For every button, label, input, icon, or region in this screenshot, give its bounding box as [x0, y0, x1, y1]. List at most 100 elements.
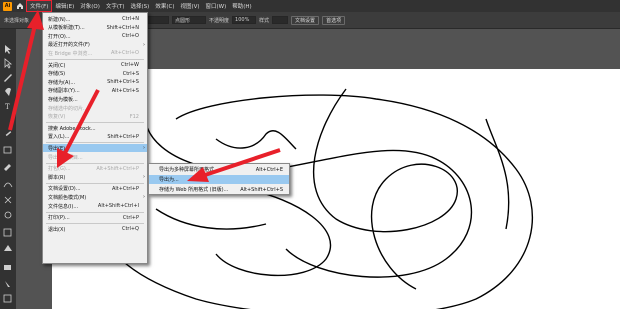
rotate-tool-icon [4, 211, 12, 219]
pen-tool-icon [5, 87, 11, 96]
menu-item-shortcut: Ctrl+N [122, 16, 139, 22]
menu-2[interactable]: 对象(O) [77, 0, 103, 12]
brush-value: 点圆形 [175, 17, 191, 24]
menu-item-label: 存储(S) [48, 71, 66, 78]
menu-item-shortcut: Shift+Ctrl+N [106, 24, 139, 31]
stroke-6 [485, 118, 510, 230]
menu-item-label: 在 Bridge 中浏览... [48, 50, 93, 57]
menu-3[interactable]: 文字(T) [103, 0, 128, 12]
menu-item-label: 存储副本(Y)... [48, 88, 80, 95]
eraser-tool-icon [4, 196, 12, 204]
menu-item-shortcut: Ctrl+O [121, 33, 139, 40]
submenu-item-label: 导出为多种屏幕所用格式... [159, 167, 219, 173]
magic-wand-tool-icon [4, 74, 12, 82]
shape-builder-tool-icon [4, 245, 12, 251]
submenu-item-label: 存储为 Web 所用格式 (旧版)... [159, 187, 229, 193]
file-menu-item[interactable]: 搜索 Adobe Stock... [43, 124, 147, 132]
file-menu-item[interactable]: 存储(S) Ctrl+S [43, 70, 147, 78]
eyedropper-tool-icon [5, 281, 10, 287]
file-menu-item[interactable]: 文档颜色模式(M) › [43, 193, 147, 201]
file-menu-item[interactable]: 文档设置(D)... Alt+Ctrl+P [43, 185, 147, 193]
gradient-tool-icon [4, 265, 11, 270]
style-swatch[interactable] [272, 16, 289, 24]
menu-item-shortcut: Shift+Ctrl+S [107, 79, 139, 86]
home-icon[interactable] [14, 0, 26, 12]
file-menu-item[interactable]: 新建(N)... Ctrl+N [43, 15, 147, 23]
file-menu-item: 存储选中的切片... [43, 104, 147, 112]
stroke-4 [215, 130, 297, 150]
menu-item-shortcut: Ctrl+S [122, 70, 139, 77]
menu-item-label: 搜索 Adobe Stock... [48, 125, 96, 132]
menu-1[interactable]: 编辑(E) [52, 0, 77, 12]
app-logo-text: Ai [4, 3, 11, 9]
type-tool-icon: T [5, 103, 10, 111]
menu-item-shortcut: Shift+Ctrl+P [107, 133, 139, 140]
export-submenu-item[interactable]: 导出为多种屏幕所用格式... Alt+Ctrl+E [149, 165, 289, 174]
style-label: 样式 [259, 17, 270, 24]
file-menu-item: 恢复(V) F12 [43, 113, 147, 121]
file-menu-item[interactable]: 导出(E) › [43, 144, 147, 153]
file-menu-item: 在 Bridge 中浏览... Alt+Ctrl+O [43, 49, 147, 57]
export-submenu-item[interactable]: 存储为 Web 所用格式 (旧版)... Alt+Shift+Ctrl+S [149, 185, 289, 194]
menu-4[interactable]: 选择(S) [128, 0, 153, 12]
menu-separator [46, 162, 144, 164]
file-menu-item[interactable]: 关闭(C) Ctrl+W [43, 61, 147, 69]
brush-select[interactable]: 点圆形 [172, 16, 207, 24]
export-submenu-item[interactable]: 导出为... [149, 175, 289, 184]
menu-separator [46, 223, 144, 225]
menu-item-label: 脚本(R) [48, 174, 66, 181]
selection-status: 未选择对象 [4, 17, 30, 24]
file-menu-item: 打包(G)... Alt+Shift+Ctrl+P [43, 165, 147, 173]
file-menu-item[interactable]: 存储为(A)... Shift+Ctrl+S [43, 78, 147, 86]
file-menu-item[interactable]: 从模板新建(T)... Shift+Ctrl+N [43, 24, 147, 32]
menu-item-label: 从模板新建(T)... [48, 25, 85, 32]
document-setup-button[interactable]: 文档设置 [291, 15, 320, 25]
opacity-value: 100% [235, 17, 250, 23]
app-logo: Ai [3, 1, 12, 11]
selection-tool-icon [5, 45, 11, 54]
rectangle-tool-icon [3, 146, 12, 154]
submenu-arrow-icon: › [143, 145, 145, 152]
menu-item-shortcut: Alt+Ctrl+O [111, 50, 139, 57]
file-menu-item[interactable]: 脚本(R) › [43, 173, 147, 181]
file-menu-item[interactable]: 最近打开的文件(F) › [43, 41, 147, 49]
menu-separator [46, 59, 144, 60]
menu-7[interactable]: 窗口(W) [203, 0, 230, 12]
shaper-tool-icon [3, 182, 13, 188]
file-menu-item[interactable]: 退出(X) Ctrl+Q [43, 225, 147, 233]
stroke-2 [145, 123, 473, 278]
paintbrush-tool-icon [4, 164, 11, 171]
opacity-input[interactable]: 100% [232, 16, 257, 24]
menu-8[interactable]: 帮助(H) [229, 0, 254, 12]
menu-item-shortcut: Alt+Shift+Ctrl+P [96, 165, 139, 172]
menu-6[interactable]: 视图(V) [177, 0, 202, 12]
menu-separator [46, 182, 144, 184]
tool-icons[interactable]: T [0, 29, 16, 309]
menu-item-label: 存储为模板... [48, 96, 78, 103]
menu-item-shortcut: Ctrl+P [122, 214, 139, 221]
menu-item-label: 新建(N)... [48, 16, 71, 23]
file-menu-item[interactable]: 置入(L)... Shift+Ctrl+P [43, 133, 147, 141]
file-menu-item[interactable]: 存储为模板... [43, 95, 147, 103]
menu-item-label: 打包(G)... [48, 166, 71, 173]
file-menu-item[interactable]: 文件信息(I)... Alt+Shift+Ctrl+I [43, 202, 147, 210]
export-submenu: 导出为多种屏幕所用格式... Alt+Ctrl+E 导出为... 存储为 Web 所用… [148, 163, 290, 195]
file-menu-item[interactable]: 打印(P)... Ctrl+P [43, 214, 147, 222]
menu-separator [46, 211, 144, 213]
menu-bar-items: 文件(F) 编辑(E) 对象(O) 文字(T) 选择(S) 效果(C) 视图(V) 窗口(W)… [26, 0, 255, 12]
submenu-item-shortcut: Alt+Shift+Ctrl+S [240, 186, 283, 193]
stroke-3 [312, 88, 458, 290]
file-menu-item[interactable]: 存储副本(Y)... Alt+Ctrl+S [43, 87, 147, 95]
submenu-item-shortcut: Alt+Ctrl+E [255, 166, 283, 173]
menu-item-label: 关闭(C) [48, 62, 66, 69]
menu-0[interactable]: 文件(F) [26, 0, 53, 12]
line-tool-icon [5, 131, 12, 137]
stroke-5 [155, 208, 267, 230]
menu-5[interactable]: 效果(C) [152, 0, 177, 12]
menu-item-label: 导出(E) [48, 145, 66, 152]
preferences-button[interactable]: 首选项 [322, 15, 346, 25]
menu-separator [46, 122, 144, 124]
menu-item-label: 文档颜色模式(M) [48, 194, 87, 201]
file-menu-item[interactable]: 打开(O)... Ctrl+O [43, 32, 147, 40]
menu-item-shortcut: F12 [129, 113, 139, 120]
